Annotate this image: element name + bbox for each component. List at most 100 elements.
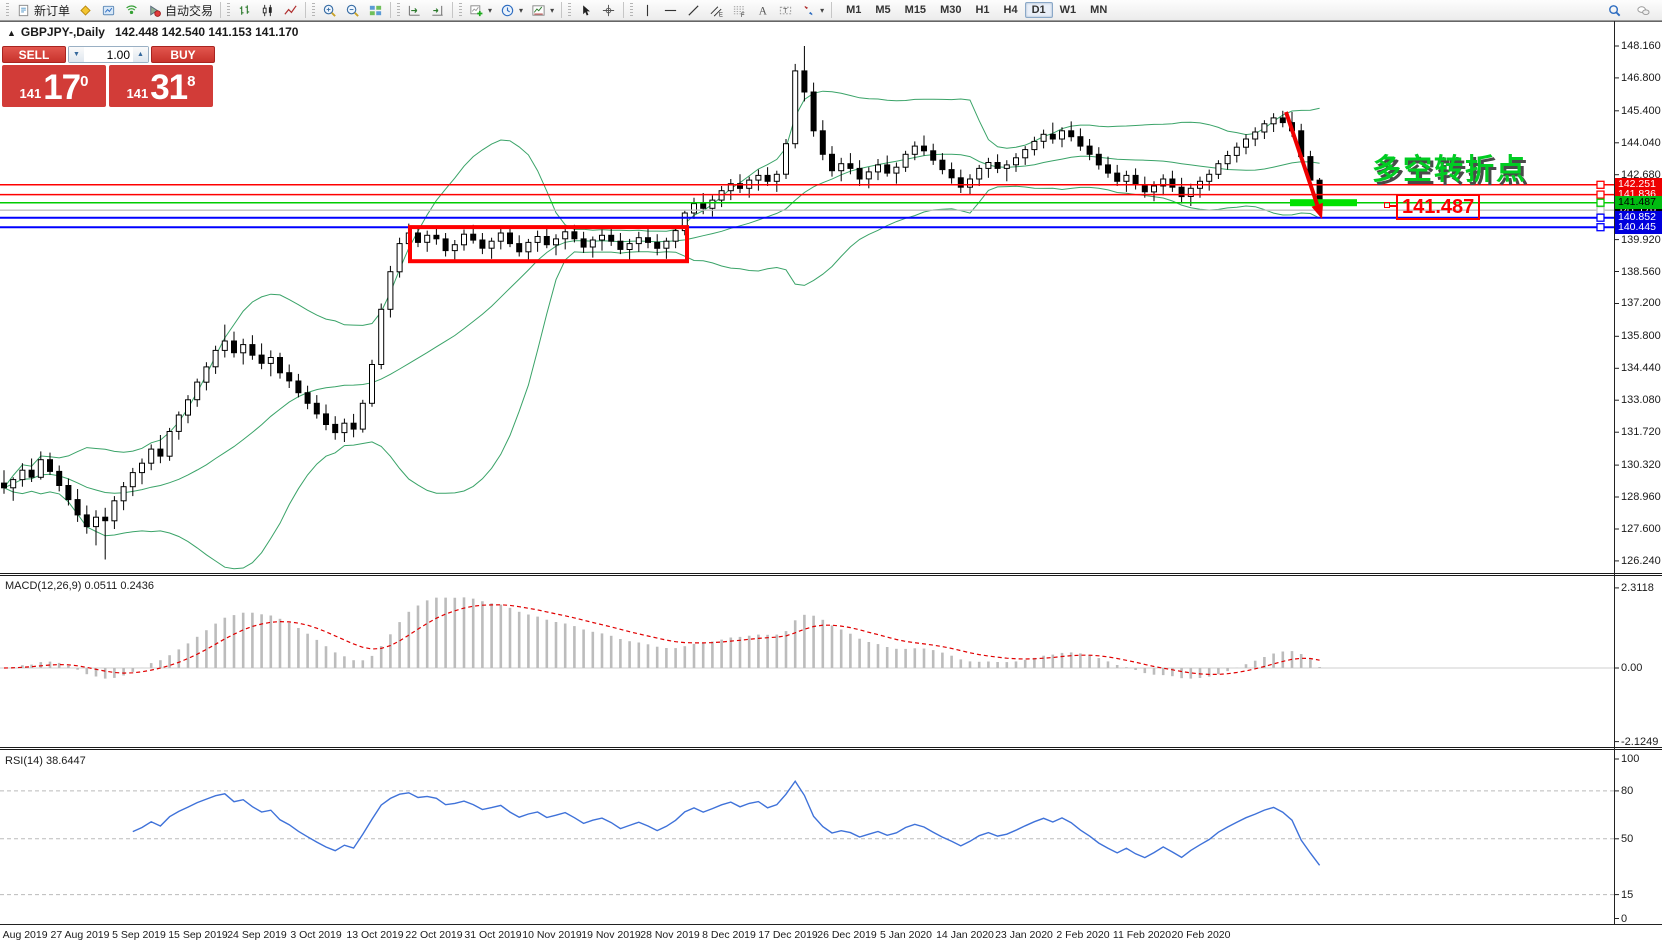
date-label: 27 Aug 2019 xyxy=(51,929,110,941)
new-order-button[interactable]: 新订单 xyxy=(12,0,74,21)
bid-prefix: 141 xyxy=(20,84,42,104)
toolbar: 新订单自动交易▾▾▾EFAT▾M1M5M15M30H1H4D1W1MN xyxy=(0,0,1662,21)
volume-decrease-button[interactable]: ▼ xyxy=(69,47,84,62)
text-button[interactable]: A xyxy=(751,1,774,20)
timeframe-m15-button[interactable]: M15 xyxy=(898,2,933,18)
toolbar-grip xyxy=(312,3,315,17)
channel-button[interactable]: E xyxy=(705,1,728,20)
timeframe-m30-button[interactable]: M30 xyxy=(933,2,968,18)
auto-scroll-icon xyxy=(407,3,422,18)
toolbar-grip xyxy=(459,3,462,17)
label-button[interactable]: T xyxy=(774,1,797,20)
line-chart-button[interactable] xyxy=(279,1,302,20)
price-tick-label: 131.720 xyxy=(1621,426,1661,438)
macd-indicator-canvas[interactable] xyxy=(0,578,1662,747)
search-button[interactable] xyxy=(1603,1,1626,20)
crosshair-button[interactable] xyxy=(597,1,620,20)
zoom-in-icon xyxy=(322,3,337,18)
market-icon xyxy=(101,3,116,18)
rsi-tick-label: 80 xyxy=(1621,785,1633,797)
community-button[interactable] xyxy=(1632,1,1655,20)
ask-pipette: 8 xyxy=(187,73,195,90)
toolbar-grip xyxy=(568,3,571,17)
autotrading-icon xyxy=(147,3,162,18)
rsi-tick-label: 0 xyxy=(1621,913,1627,925)
price-lines-group xyxy=(0,181,1614,230)
timeframe-mn-button[interactable]: MN xyxy=(1083,2,1114,18)
buy-button[interactable]: BUY xyxy=(151,46,215,63)
price-tick-label: 139.920 xyxy=(1621,234,1661,246)
timeframe-m1-button[interactable]: M1 xyxy=(839,2,868,18)
price-level-annotation[interactable]: 141.487 xyxy=(1396,194,1480,220)
vertical-line-button[interactable] xyxy=(636,1,659,20)
price-tick-label: 146.800 xyxy=(1621,72,1661,84)
arrows-button[interactable]: ▾ xyxy=(797,1,828,20)
date-label: 8 Dec 2019 xyxy=(702,929,756,941)
candles-chart-button[interactable] xyxy=(256,1,279,20)
toolbar-grip xyxy=(397,3,400,17)
new-order-icon xyxy=(16,3,31,18)
price-tick-label: 145.400 xyxy=(1621,105,1661,117)
trendline-button[interactable] xyxy=(682,1,705,20)
macd-tick-label: 2.3118 xyxy=(1621,582,1654,594)
price-tick-label: 127.600 xyxy=(1621,523,1661,535)
volume-input[interactable] xyxy=(84,47,133,62)
sell-button[interactable]: SELL xyxy=(2,46,66,63)
rsi-label: RSI(14) 38.6447 xyxy=(5,755,86,767)
line-chart-icon xyxy=(283,3,298,18)
zoom-out-icon xyxy=(345,3,360,18)
trading-app-window: 新订单自动交易▾▾▾EFAT▾M1M5M15M30H1H4D1W1MN ▲GBP… xyxy=(0,0,1662,946)
macd-label: MACD(12,26,9) 0.0511 0.2436 xyxy=(5,580,154,592)
ask-big-digits: 31 xyxy=(150,72,187,104)
periods-button[interactable]: ▾ xyxy=(496,1,527,20)
tile-windows-button[interactable] xyxy=(364,1,387,20)
auto-scroll-button[interactable] xyxy=(403,1,426,20)
main-chart-canvas[interactable] xyxy=(0,22,1662,573)
periods-icon xyxy=(500,3,515,18)
price-axis-line[interactable] xyxy=(1614,21,1615,924)
rsi-pane-divider[interactable] xyxy=(0,747,1662,750)
zoom-in-button[interactable] xyxy=(318,1,341,20)
date-label: 10 Nov 2019 xyxy=(522,929,582,941)
collapse-triangle-icon[interactable]: ▲ xyxy=(7,28,16,38)
rsi-indicator-canvas[interactable] xyxy=(0,752,1662,924)
bars-chart-button[interactable] xyxy=(233,1,256,20)
market-button[interactable] xyxy=(97,1,120,20)
svg-text:A: A xyxy=(759,5,768,17)
timeframe-h1-button[interactable]: H1 xyxy=(968,2,996,18)
bid-price-button[interactable]: 141170 xyxy=(2,65,106,107)
date-label: 5 Jan 2020 xyxy=(880,929,932,941)
timeframe-d1-button[interactable]: D1 xyxy=(1025,2,1053,18)
signals-button[interactable] xyxy=(120,1,143,20)
price-line-badge: 141.487 xyxy=(1615,196,1662,209)
price-tick-label: 144.040 xyxy=(1621,137,1661,149)
svg-text:F: F xyxy=(741,12,745,18)
turning-point-annotation: 多空转折点 xyxy=(1372,146,1527,188)
toolbar-separator xyxy=(390,2,391,18)
price-tick-label: 126.240 xyxy=(1621,555,1661,567)
highlight-bar-annotation xyxy=(1290,199,1357,206)
date-label: 23 Jan 2020 xyxy=(995,929,1053,941)
toolbar-separator xyxy=(305,2,306,18)
chart-frame-top xyxy=(0,21,1662,22)
zoom-out-button[interactable] xyxy=(341,1,364,20)
ask-price-button[interactable]: 141318 xyxy=(109,65,213,107)
timeframe-h4-button[interactable]: H4 xyxy=(997,2,1025,18)
autotrading-button[interactable]: 自动交易 xyxy=(143,0,217,21)
timeframe-w1-button[interactable]: W1 xyxy=(1053,2,1084,18)
candles-chart-icon xyxy=(260,3,275,18)
annotations-group xyxy=(410,112,1357,261)
horizontal-line-button[interactable] xyxy=(659,1,682,20)
chart-shift-button[interactable] xyxy=(426,1,449,20)
metaeditor-button[interactable] xyxy=(74,1,97,20)
timeframe-m5-button[interactable]: M5 xyxy=(868,2,897,18)
fibonacci-button[interactable]: F xyxy=(728,1,751,20)
macd-pane-divider[interactable] xyxy=(0,573,1662,576)
dropdown-caret-icon: ▾ xyxy=(488,6,492,15)
templates-button[interactable]: ▾ xyxy=(527,1,558,20)
volume-increase-button[interactable]: ▲ xyxy=(133,47,148,62)
price-tick-label: 138.560 xyxy=(1621,266,1661,278)
cursor-button[interactable] xyxy=(574,1,597,20)
chart-shift-icon xyxy=(430,3,445,18)
new-chart-button[interactable]: ▾ xyxy=(465,1,496,20)
